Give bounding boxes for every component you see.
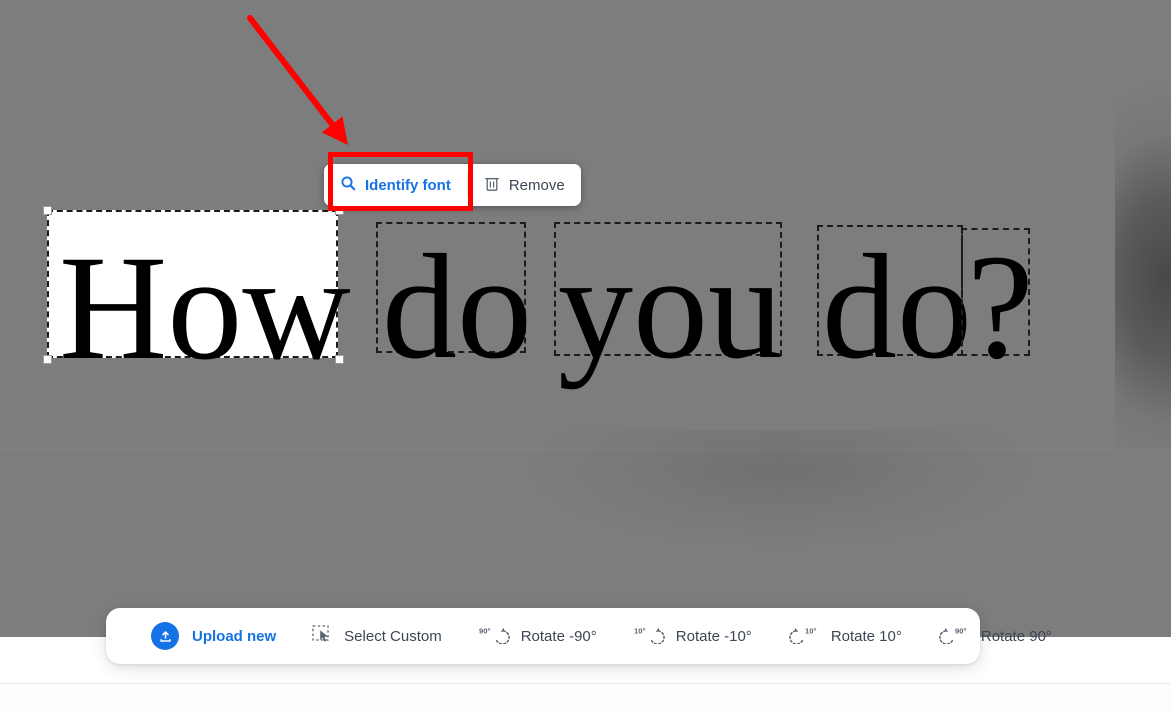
rotate-ccw-90-icon: 90° <box>478 625 510 648</box>
word-box-do[interactable]: do <box>376 222 532 382</box>
app-root: How do you do? Identify font Remove Uplo… <box>0 0 1171 713</box>
toolbar-item-label: Rotate -90° <box>520 627 597 645</box>
svg-text:10°: 10° <box>634 626 645 635</box>
remove-button[interactable]: Remove <box>468 164 581 206</box>
canvas-shadow-right <box>1115 0 1171 448</box>
svg-text:10°: 10° <box>805 626 816 635</box>
word-context-toolbar[interactable]: Identify font Remove <box>324 164 581 206</box>
word-box-you[interactable]: you <box>554 222 783 382</box>
toolbar-rotate-10-button[interactable]: 10° Rotate -10° <box>615 625 770 648</box>
word-glyph: How <box>59 225 351 391</box>
identify-font-button[interactable]: Identify font <box>324 164 467 206</box>
editor-action-toolbar[interactable]: Upload new Select Custom 90° Rotate -90°… <box>106 608 1052 664</box>
image-editor-canvas[interactable]: How do you do? <box>0 0 1171 637</box>
toolbar-item-label: Select Custom <box>344 627 442 645</box>
toolbar-item-label: Upload new <box>192 627 277 645</box>
remove-label: Remove <box>508 176 565 194</box>
rotate-ccw-10-icon: 10° <box>633 625 665 648</box>
identify-font-label: Identify font <box>365 176 451 194</box>
toolbar-item-label: Rotate 10° <box>830 627 902 645</box>
toolbar-select-custom-button[interactable]: Select Custom <box>294 624 460 648</box>
resize-handle[interactable] <box>43 355 52 364</box>
word-glyph: ? <box>967 224 1034 390</box>
search-icon <box>340 175 356 195</box>
toolbar-rotate-90-button[interactable]: 90° Rotate 90° <box>920 625 1070 648</box>
resize-handle[interactable] <box>335 355 344 364</box>
toolbar-rotate-90-button[interactable]: 90° Rotate -90° <box>460 625 615 648</box>
trash-icon <box>484 175 500 196</box>
toolbar-item-label: Rotate -10° <box>675 627 752 645</box>
resize-handle[interactable] <box>335 206 344 215</box>
word-box-do[interactable]: do <box>817 225 972 382</box>
svg-text:90°: 90° <box>955 626 966 635</box>
word-glyph: you <box>558 224 783 390</box>
toolbar-upload-new-button[interactable]: Upload new <box>128 622 294 650</box>
rotate-cw-10-icon: 10° <box>788 625 820 648</box>
word-glyph: do <box>822 224 972 390</box>
resize-handle[interactable] <box>43 206 52 215</box>
upload-icon <box>151 622 179 650</box>
page-divider <box>0 683 1171 684</box>
marquee-cursor-icon <box>312 624 333 648</box>
rotate-cw-90-icon: 90° <box>938 625 970 648</box>
toolbar-rotate-10-button[interactable]: 10° Rotate 10° <box>770 625 920 648</box>
canvas-shadow-bottom <box>500 430 1060 630</box>
toolbar-item-label: Rotate 90° <box>980 627 1052 645</box>
svg-text:90°: 90° <box>479 626 490 635</box>
word-glyph: do <box>382 224 532 390</box>
word-box-how[interactable]: How <box>43 206 351 383</box>
word-box-q[interactable]: ? <box>961 228 1034 382</box>
page-footer-band <box>0 684 1171 713</box>
